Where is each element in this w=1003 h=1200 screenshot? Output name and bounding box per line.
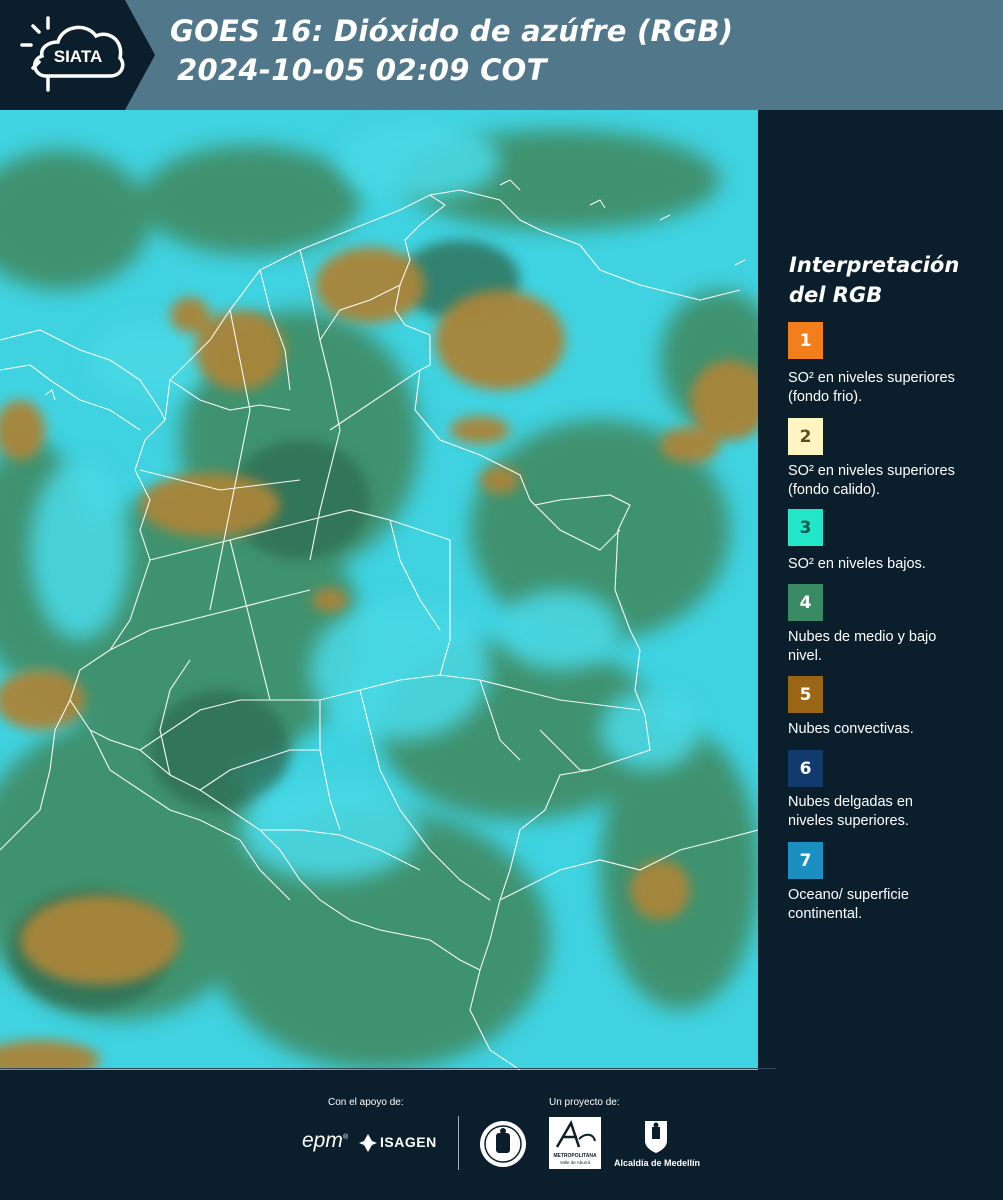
legend-swatch-6: 6 (788, 750, 823, 787)
legend-label-1: SO² en niveles superiores (fondo frio). (788, 370, 955, 405)
isagen-logo-text: ISAGEN (380, 1134, 437, 1150)
legend-label-6: Nubes delgadas en niveles superiores. (788, 794, 913, 829)
legend-number-6: 6 (799, 758, 812, 779)
isagen-logo: ISAGEN (358, 1132, 442, 1154)
isagen-icon (359, 1134, 377, 1152)
footer-divider (0, 1068, 776, 1069)
legend-number-1: 1 (799, 330, 812, 351)
satellite-map (0, 110, 758, 1070)
legend-label-3: SO² en niveles bajos. (788, 556, 926, 572)
legend-swatch-1: 1 (788, 322, 823, 359)
alcaldia-label: Alcaldía de Medellín (613, 1158, 701, 1168)
legend-swatch-5: 5 (788, 676, 823, 713)
legend-label-7: Oceano/ superficie continental. (788, 887, 909, 922)
header-bar: SIATA GOES 16: Dióxido de azúfre (RGB) 2… (0, 0, 1003, 110)
area-metropolitana-logo: METROPOLITANA Valle de Aburrá (549, 1117, 601, 1169)
support-label: Con el apoyo de: (328, 1097, 404, 1108)
page-title: GOES 16: Dióxido de azúfre (RGB) (170, 14, 734, 48)
legend-number-2: 2 (799, 426, 812, 447)
legend-swatch-7: 7 (788, 842, 823, 879)
legend-number-5: 5 (799, 684, 812, 705)
legend-title: Interpretación del RGB (789, 253, 960, 307)
siata-logo: SIATA (0, 0, 155, 110)
legend-swatch-4: 4 (788, 584, 823, 621)
project-label: Un proyecto de: (549, 1097, 620, 1108)
legend-label-5: Nubes convectivas. (788, 721, 914, 737)
metropolitana-label: METROPOLITANA (553, 1153, 597, 1159)
medellin-seal-icon (478, 1119, 528, 1169)
epm-logo-text: epm (302, 1129, 343, 1152)
legend-number-7: 7 (799, 850, 812, 871)
legend-number-4: 4 (799, 592, 812, 613)
alcaldia-shield-icon (643, 1119, 669, 1155)
legend-swatch-2: 2 (788, 418, 823, 455)
legend-swatch-3: 3 (788, 509, 823, 546)
siata-logo-text: SIATA (54, 47, 102, 66)
epm-logo: epm® (302, 1129, 349, 1152)
footer-vertical-divider (458, 1116, 459, 1170)
legend-number-3: 3 (799, 517, 812, 538)
legend-label-2: SO² en niveles superiores (fondo calido)… (788, 463, 955, 498)
legend-label-4: Nubes de medio y bajo nivel. (788, 629, 937, 664)
metropolitana-sublabel: Valle de Aburrá (559, 1160, 591, 1165)
page-timestamp: 2024-10-05 02:09 COT (177, 53, 547, 87)
